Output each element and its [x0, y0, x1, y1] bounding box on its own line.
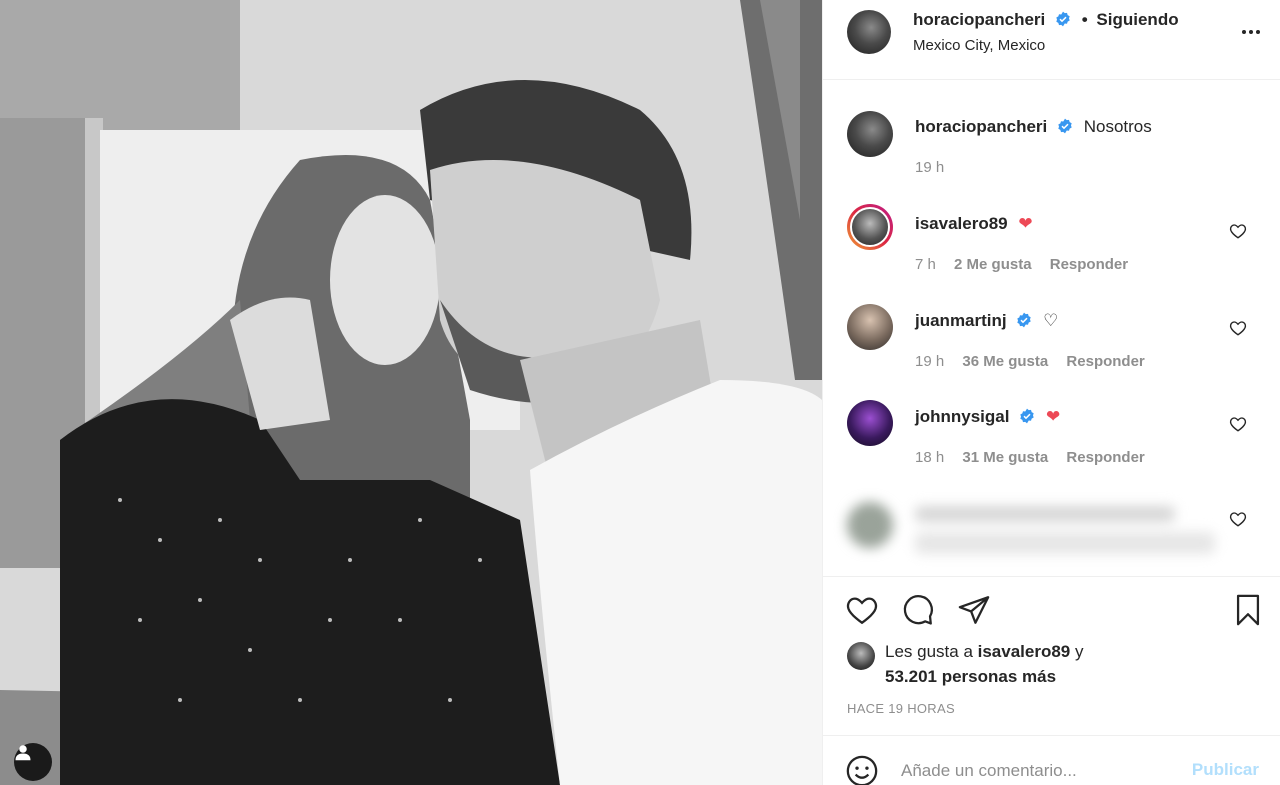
following-button[interactable]: Siguiendo — [1096, 10, 1178, 29]
likes-mid: y — [1070, 642, 1084, 661]
caption-username[interactable]: horaciopancheri — [915, 117, 1047, 136]
like-heart-icon[interactable] — [845, 593, 879, 627]
blurred-comment — [843, 496, 1215, 571]
comment-likes[interactable]: 31 Me gusta — [962, 449, 1048, 466]
like-comment-heart-icon[interactable] — [1229, 222, 1247, 240]
commenter-avatar[interactable] — [847, 204, 893, 250]
commenter-avatar[interactable] — [847, 400, 893, 446]
comments-list[interactable]: horaciopancheri Nosotros 19 h isavalero8… — [823, 81, 1280, 576]
verified-badge-icon — [1020, 408, 1034, 424]
like-comment-heart-icon[interactable] — [1229, 415, 1247, 433]
post-details-panel: horaciopancheri • Siguiendo Mexico City,… — [822, 0, 1280, 785]
verified-badge-icon — [1056, 11, 1070, 27]
verified-badge-icon — [1017, 312, 1032, 328]
share-paper-plane-icon[interactable] — [957, 593, 991, 627]
author-avatar[interactable] — [847, 10, 891, 54]
like-comment-heart-icon[interactable] — [1229, 510, 1247, 528]
comment-input[interactable] — [901, 758, 1181, 784]
save-bookmark-icon[interactable] — [1231, 593, 1265, 627]
post-timestamp[interactable]: HACE 19 HORAS — [847, 701, 955, 716]
publish-button[interactable]: Publicar — [1192, 760, 1259, 780]
white-heart-emoji: ♡ — [1043, 311, 1059, 330]
caption-avatar[interactable] — [847, 111, 893, 157]
caption-time[interactable]: 19 h — [915, 159, 944, 176]
tagged-people-button[interactable] — [14, 743, 52, 781]
reply-button[interactable]: Responder — [1066, 353, 1144, 370]
separator-dot: • — [1081, 10, 1088, 29]
emoji-smiley-icon[interactable] — [845, 754, 879, 785]
reply-button[interactable]: Responder — [1066, 449, 1144, 466]
likes-prefix: Les gusta a — [885, 642, 978, 661]
comment-bubble-icon[interactable] — [901, 593, 935, 627]
post-photo-image — [0, 0, 822, 785]
like-comment-heart-icon[interactable] — [1229, 319, 1247, 337]
likes-count[interactable]: 53.201 personas más — [885, 667, 1056, 686]
liker-username[interactable]: isavalero89 — [978, 642, 1071, 661]
comment-username[interactable]: juanmartinj — [915, 311, 1007, 330]
post-photo[interactable] — [0, 0, 822, 785]
comment-username[interactable]: isavalero89 — [915, 214, 1008, 233]
ellipsis-icon — [1242, 30, 1246, 34]
person-tag-icon — [15, 745, 31, 761]
location-link[interactable]: Mexico City, Mexico — [913, 37, 1045, 54]
commenter-avatar[interactable] — [847, 304, 893, 350]
red-heart-emoji: ❤ — [1045, 407, 1061, 426]
post-actions: Les gusta a isavalero89 y 53.201 persona… — [823, 576, 1280, 721]
comment-time[interactable]: 19 h — [915, 353, 944, 370]
more-options-button[interactable] — [1239, 20, 1263, 44]
comment-likes[interactable]: 2 Me gusta — [954, 256, 1032, 273]
red-heart-emoji: ❤ — [1018, 214, 1033, 233]
comment-likes[interactable]: 36 Me gusta — [962, 353, 1048, 370]
post-header: horaciopancheri • Siguiendo Mexico City,… — [823, 0, 1280, 80]
liker-avatar — [847, 642, 875, 670]
comment-username[interactable]: johnnysigal — [915, 407, 1009, 426]
comment-time[interactable]: 18 h — [915, 449, 944, 466]
reply-button[interactable]: Responder — [1050, 256, 1128, 273]
add-comment-bar: Publicar — [823, 735, 1280, 785]
author-username[interactable]: horaciopancheri — [913, 10, 1045, 29]
verified-badge-icon — [1058, 118, 1072, 134]
comment-time[interactable]: 7 h — [915, 256, 936, 273]
caption-text: Nosotros — [1083, 117, 1152, 136]
